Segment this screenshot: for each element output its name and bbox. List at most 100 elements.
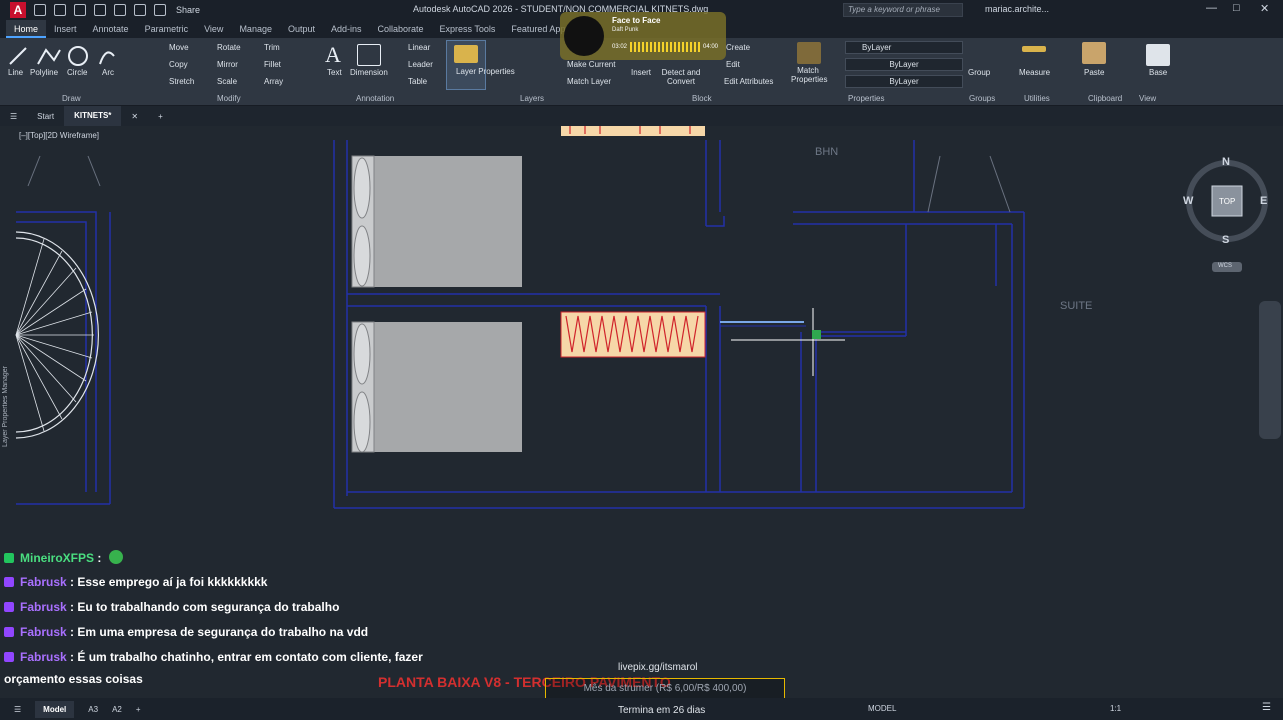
tab-a2[interactable]: A2	[112, 705, 122, 714]
open-file-icon[interactable]	[54, 4, 66, 16]
color-dropdown[interactable]: ByLayer	[845, 41, 963, 54]
customize-icon[interactable]: ☰	[1262, 702, 1271, 713]
layout-menu-icon[interactable]: ☰	[14, 705, 21, 714]
linetype-dropdown[interactable]: ByLayer	[845, 58, 963, 71]
tab-annotate[interactable]: Annotate	[85, 20, 137, 38]
linear-tool[interactable]: Linear	[408, 43, 430, 52]
match-layer-tool[interactable]: Match Layer	[567, 77, 611, 86]
restore-icon[interactable]: □	[1233, 2, 1240, 14]
arc-tool[interactable]: Arc	[102, 68, 114, 77]
rotate-tool[interactable]: Rotate	[217, 43, 241, 52]
edit-block-tool[interactable]: Edit	[726, 60, 740, 69]
text-tool[interactable]: Text	[327, 68, 342, 77]
panel-title-block[interactable]: Block	[692, 94, 712, 103]
new-tab-icon[interactable]: +	[148, 112, 173, 121]
line-tool[interactable]: Line	[8, 68, 23, 77]
viewcube-south[interactable]: S	[1222, 234, 1229, 246]
sub-badge-icon	[4, 577, 14, 587]
tab-collaborate[interactable]: Collaborate	[370, 20, 432, 38]
print-icon[interactable]	[114, 4, 126, 16]
close-tab-icon[interactable]: ✕	[121, 112, 148, 121]
viewcube-west[interactable]: W	[1183, 195, 1193, 207]
chat-message: Fabrusk : Em uma empresa de segurança do…	[4, 625, 368, 639]
detect-convert-tool[interactable]: Detect and Convert	[659, 68, 703, 86]
panel-title-view[interactable]: View	[1139, 94, 1156, 103]
move-tool[interactable]: Move	[169, 43, 189, 52]
panel-title-layers[interactable]: Layers	[520, 94, 544, 103]
tab-add-ins[interactable]: Add-ins	[323, 20, 370, 38]
base-view-icon	[1146, 44, 1170, 66]
room-label-bhn: BHN	[815, 146, 839, 158]
panel-title-clipboard[interactable]: Clipboard	[1088, 94, 1122, 103]
tab-start[interactable]: Start	[27, 112, 64, 121]
paste-icon	[1082, 42, 1106, 64]
tab-manage[interactable]: Manage	[231, 20, 280, 38]
tab-model[interactable]: Model	[35, 700, 75, 718]
model-space-toggle[interactable]: MODEL	[868, 704, 896, 713]
close-icon[interactable]: ✕	[1260, 2, 1269, 15]
viewcube-north[interactable]: N	[1222, 156, 1230, 168]
tab-a3[interactable]: A3	[88, 705, 98, 714]
leader-tool[interactable]: Leader	[408, 60, 433, 69]
mirror-tool[interactable]: Mirror	[217, 60, 238, 69]
new-file-icon[interactable]	[34, 4, 46, 16]
share-button[interactable]: Share	[176, 5, 200, 15]
layer-properties-button[interactable]	[446, 40, 486, 90]
tab-view[interactable]: View	[196, 20, 231, 38]
autocad-logo-icon[interactable]: A	[10, 2, 26, 18]
undo-icon[interactable]	[134, 4, 146, 16]
dimension-tool[interactable]: Dimension	[350, 68, 388, 77]
trim-tool[interactable]: Trim	[264, 43, 280, 52]
tab-insert[interactable]: Insert	[46, 20, 85, 38]
tab-parametric[interactable]: Parametric	[137, 20, 197, 38]
tab-kitnets[interactable]: KITNETS*	[64, 106, 122, 126]
tab-output[interactable]: Output	[280, 20, 323, 38]
edit-attributes-tool[interactable]: Edit Attributes	[724, 77, 773, 86]
minimize-icon[interactable]: —	[1206, 2, 1217, 14]
base-tool[interactable]: Base	[1149, 68, 1167, 77]
wcs-menu[interactable]: WCS	[1218, 263, 1232, 269]
save-as-icon[interactable]	[94, 4, 106, 16]
sub-badge-icon	[4, 602, 14, 612]
chat-message: Fabrusk : É um trabalho chatinho, entrar…	[4, 650, 423, 664]
panel-title-draw[interactable]: Draw	[62, 94, 81, 103]
paste-tool[interactable]: Paste	[1084, 68, 1104, 77]
chat-message-continued: orçamento essas coisas	[4, 672, 143, 686]
redo-icon[interactable]	[154, 4, 166, 16]
table-tool[interactable]: Table	[408, 77, 427, 86]
panel-title-groups[interactable]: Groups	[969, 94, 995, 103]
lineweight-dropdown[interactable]: ByLayer	[845, 75, 963, 88]
panel-title-modify[interactable]: Modify	[217, 94, 241, 103]
tab-home[interactable]: Home	[6, 20, 47, 38]
track-total: 04:00	[703, 44, 719, 50]
insert-tool[interactable]: Insert	[631, 68, 651, 77]
fillet-tool[interactable]: Fillet	[264, 60, 281, 69]
circle-tool[interactable]: Circle	[67, 68, 87, 77]
tab-express-tools[interactable]: Express Tools	[432, 20, 504, 38]
app-menu-icon[interactable]: ☰	[0, 112, 27, 121]
scale-tool[interactable]: Scale	[217, 77, 237, 86]
bed-lower	[351, 321, 522, 453]
create-block-tool[interactable]: Create	[726, 43, 750, 52]
add-layout-icon[interactable]: +	[136, 705, 141, 714]
polyline-tool[interactable]: Polyline	[30, 68, 58, 77]
copy-tool[interactable]: Copy	[169, 60, 188, 69]
viewcube-top[interactable]: TOP	[1219, 197, 1235, 206]
panel-title-utilities[interactable]: Utilities	[1024, 94, 1050, 103]
track-elapsed: 03:02	[612, 44, 628, 50]
panel-title-annotation[interactable]: Annotation	[356, 94, 394, 103]
panel-title-properties[interactable]: Properties	[848, 94, 884, 103]
viewcube-east[interactable]: E	[1260, 195, 1267, 207]
save-icon[interactable]	[74, 4, 86, 16]
match-properties-tool[interactable]: Match Properties	[791, 66, 827, 84]
annotation-scale[interactable]: 1:1	[1110, 704, 1121, 713]
album-art-icon	[564, 16, 604, 56]
make-current-tool[interactable]: Make Current	[567, 60, 615, 69]
array-tool[interactable]: Array	[264, 77, 283, 86]
stretch-tool[interactable]: Stretch	[169, 77, 194, 86]
measure-tool[interactable]: Measure	[1019, 68, 1050, 77]
search-input[interactable]: Type a keyword or phrase	[843, 3, 963, 17]
group-tool[interactable]: Group	[968, 68, 990, 77]
user-account[interactable]: mariac.archite...	[985, 4, 1049, 14]
layer-stack-icon	[454, 45, 478, 63]
